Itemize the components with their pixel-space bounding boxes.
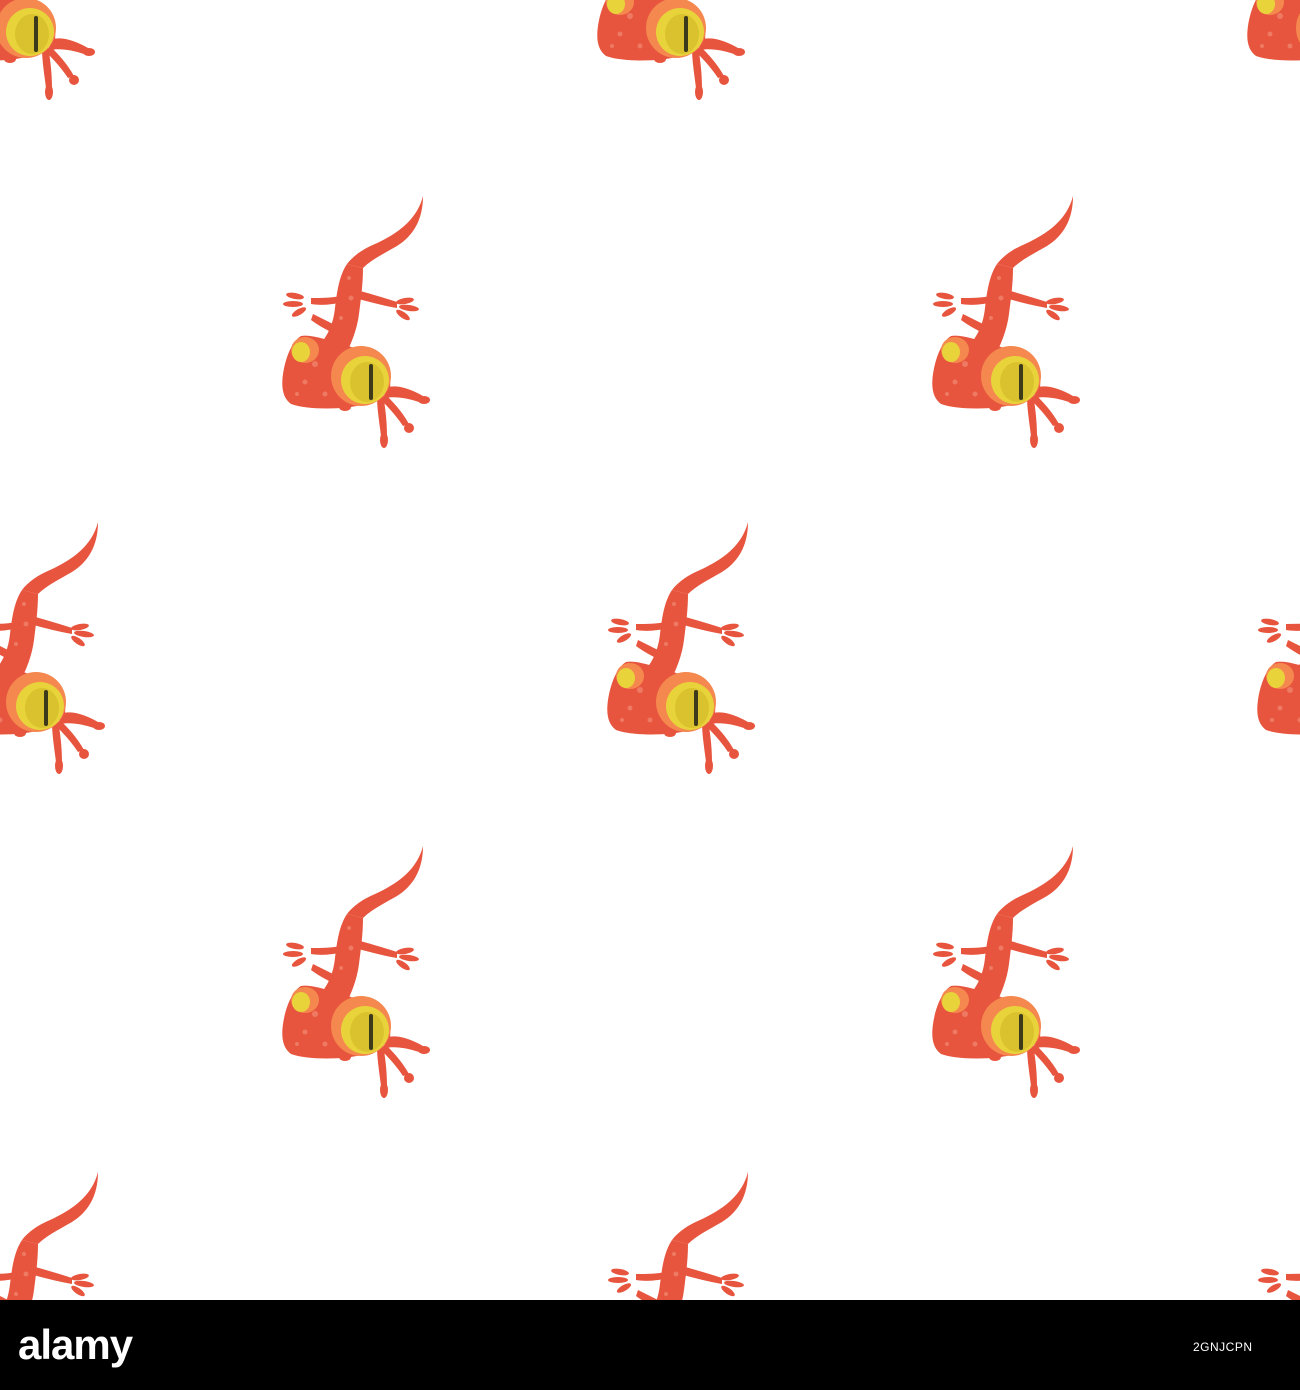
gecko-figure-8 — [1257, 522, 1300, 774]
gecko-figure-2 — [597, 0, 745, 100]
gecko-figure-3 — [1247, 0, 1300, 100]
gecko-figure-4 — [282, 196, 430, 448]
gecko-pattern — [0, 0, 1300, 1300]
watermark-footer: alamy 2GNJCPN — [0, 1300, 1300, 1390]
svg-text:alamy: alamy — [18, 1325, 134, 1368]
gecko-figure-12 — [607, 1172, 755, 1300]
gecko-figure-13 — [1257, 1172, 1300, 1300]
gecko-figure-5 — [932, 196, 1080, 448]
image-id: 2GNJCPN — [1193, 1340, 1253, 1354]
gecko-figure-9 — [282, 846, 430, 1098]
alamy-logo: alamy — [18, 1325, 135, 1368]
gecko-figure-11 — [0, 1172, 105, 1300]
gecko-figure-1 — [0, 0, 95, 100]
gecko-figure-6 — [0, 522, 105, 774]
gecko-figure-10 — [932, 846, 1080, 1098]
gecko-figure-7 — [607, 522, 755, 774]
gecko-pattern-svg — [0, 0, 1300, 1300]
